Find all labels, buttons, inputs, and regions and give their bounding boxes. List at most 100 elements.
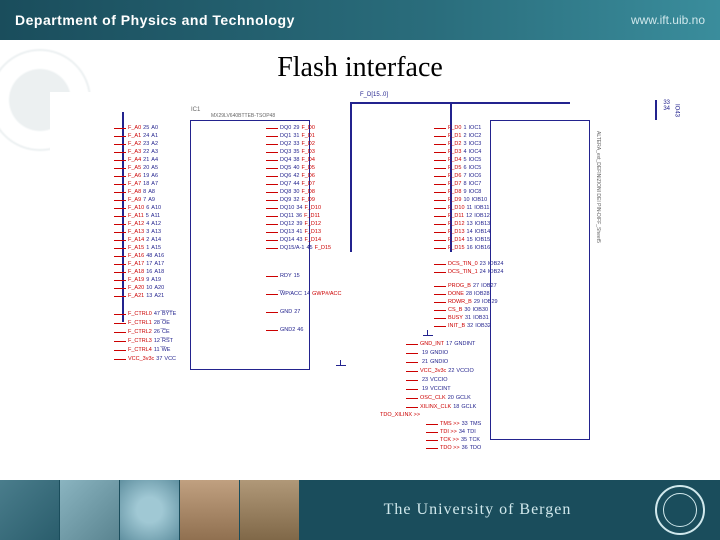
- pin-row: F_A2010A20: [128, 284, 164, 292]
- pin-row: F_A88A8: [128, 188, 155, 196]
- pin-row: DQ540F_D5: [280, 164, 315, 172]
- pin-row: DCS_TIN_023IOB24: [448, 260, 503, 268]
- pin-row: F_A2113A21: [128, 292, 164, 300]
- pin-row: F_D45IOC5: [448, 156, 481, 164]
- gnd-symbol-2: [422, 330, 434, 340]
- pin-row: F_D78IOC7: [448, 180, 481, 188]
- pin-row: ̅W̅P/ACC14GWP#/ACC: [280, 290, 341, 298]
- pin-row: DQ15/A-145F_D15: [280, 244, 331, 252]
- pin-row: F_D23IOC3: [448, 140, 481, 148]
- pin-row: DCS_TIN_124IOB24: [448, 268, 503, 276]
- pin-row: F_D1415IOB15: [448, 236, 490, 244]
- pin-row: 19GNDIO: [420, 349, 448, 357]
- pin-row: PROG_B27IOB27: [448, 282, 497, 290]
- pin-row: F_CTRL128̅O̅E: [128, 319, 170, 327]
- pin-row: F_A124A12: [128, 220, 161, 228]
- pin-row: F_D67IOC6: [448, 172, 481, 180]
- footer-images: [0, 480, 300, 540]
- pin-row: DQ1443F_D14: [280, 236, 321, 244]
- pin-row: DQ932F_D9: [280, 196, 315, 204]
- pin-row: F_D34IOC4: [448, 148, 481, 156]
- pin-row: GND_INT17GNDINT: [420, 340, 475, 348]
- pin-row: F_A133A13: [128, 228, 161, 236]
- pin-row: 21GNDIO: [420, 358, 448, 366]
- pin-row: TDO >>36TDO: [440, 444, 481, 452]
- header-bar: Department of Physics and Technology www…: [0, 0, 720, 40]
- pin-row: 19VCCINT: [420, 385, 451, 393]
- gnd-symbol: [335, 360, 347, 370]
- footer-bar: The University of Bergen: [0, 480, 720, 540]
- pin-row: RDWR_B29IOB29: [448, 298, 498, 306]
- pin-row: F_D1516IOB16: [448, 244, 490, 252]
- pin-row: F_A421A4: [128, 156, 158, 164]
- bus-label: F_D[15..0]: [360, 92, 388, 98]
- pin-row: F_A322A3: [128, 148, 158, 156]
- header-url: www.ift.uib.no: [631, 13, 705, 27]
- pin-row: 23VCCIO: [420, 376, 448, 384]
- pin-row: F_A223A2: [128, 140, 158, 148]
- pin-row: TCK >>35TCK: [440, 436, 480, 444]
- pin-row: F_D01IOC1: [448, 124, 481, 132]
- data-bus-v1: [350, 102, 352, 252]
- pin-row: GND27: [280, 308, 302, 316]
- pin-row: TMS >>33TMS: [440, 420, 481, 428]
- pin-row: F_D12IOC2: [448, 132, 481, 140]
- university-name: The University of Bergen: [300, 501, 655, 519]
- pin-row: F_A115A11: [128, 212, 160, 220]
- ic1-part: MX29LV640BTTEB-TSOP48: [211, 113, 275, 119]
- pin-row: F_A1648A16: [128, 252, 164, 260]
- pin-row: DQ335F_D3: [280, 148, 315, 156]
- pin-row: F_A619A6: [128, 172, 158, 180]
- dept-name: Department of Physics and Technology: [15, 12, 295, 28]
- pin-row: XILINX_CLK18GCLK: [420, 403, 476, 411]
- pin-row: DQ438F_D4: [280, 156, 315, 164]
- pin-row: VCC_3v3c37VCC: [128, 355, 176, 363]
- pin-row: DQ744F_D7: [280, 180, 315, 188]
- pin-row: F_CTRL226̅C̅E: [128, 328, 170, 336]
- pin-row: F_A1816A18: [128, 268, 164, 276]
- pin-row: GND246: [280, 326, 305, 334]
- pin-row: DQ1239F_D12: [280, 220, 321, 228]
- pin-row: F_CTRL312̅R̅S̅T: [128, 337, 173, 345]
- pin-row: F_A718A7: [128, 180, 158, 188]
- pin-row: DQ029F_D0: [280, 124, 315, 132]
- pin-row: F_A199A19: [128, 276, 161, 284]
- ic2-label: ALTERA_ext_DEFINIZIONI DEI PIN-DIFF_Shee…: [595, 131, 601, 331]
- pin-row: F_A025A0: [128, 124, 158, 132]
- pin-row: INIT_B32IOB32: [448, 322, 491, 330]
- pin-row: F_A124A1: [128, 132, 158, 140]
- pin-row: F_A142A14: [128, 236, 161, 244]
- pin-row: F_A106A10: [128, 204, 161, 212]
- pin-row: F_D1213IOB13: [448, 220, 490, 228]
- pin-row: DQ1034F_D10: [280, 204, 321, 212]
- pin-row: F_A97A9: [128, 196, 155, 204]
- tdo-net: TDO_XILINX >>: [380, 412, 420, 418]
- pin-row: F_A151A15: [128, 244, 161, 252]
- pin-row: DONE28IOB28: [448, 290, 490, 298]
- pin-row: F_D1314IOB14: [448, 228, 490, 236]
- pin-row: DQ1136F_D11: [280, 212, 320, 220]
- ic1-ref: IC1: [191, 107, 200, 113]
- pin-row: RDY15: [280, 272, 302, 280]
- pin-row: F_CTRL047̅B̅Y̅T̅E: [128, 310, 176, 318]
- pin-row: BUSY31IOB31: [448, 314, 489, 322]
- pin-row: TDI >>34TDI: [440, 428, 476, 436]
- fpga-chip: ALTERA_ext_DEFINIZIONI DEI PIN-DIFF_Shee…: [490, 120, 590, 440]
- schematic-diagram: F_D[15..0] IC1 MX29LV640BTTEB-TSOP48 ALT…: [50, 92, 670, 472]
- university-logo: [655, 485, 705, 535]
- pin-row: F_A1717A17: [128, 260, 164, 268]
- pin-row: DQ233F_D2: [280, 140, 315, 148]
- pin-row: F_D910IOB10: [448, 196, 487, 204]
- pin-row: F_D1112IOB12: [448, 212, 490, 220]
- pin-row: DQ131F_D1: [280, 132, 315, 140]
- pin-row: F_A520A5: [128, 164, 158, 172]
- pin-row: DQ830F_D8: [280, 188, 315, 196]
- pin-row: OSC_CLK20GCLK: [420, 394, 471, 402]
- power-block: 3334 IO43: [663, 100, 670, 112]
- pin-row: DQ1341F_D13: [280, 228, 321, 236]
- pin-row: F_D1011IOB11: [448, 204, 489, 212]
- pin-row: F_D56IOC5: [448, 164, 481, 172]
- pin-row: CS_B30IOB30: [448, 306, 488, 314]
- data-bus: [350, 102, 570, 104]
- pin-row: VCC_3v3c22VCCIO: [420, 367, 474, 375]
